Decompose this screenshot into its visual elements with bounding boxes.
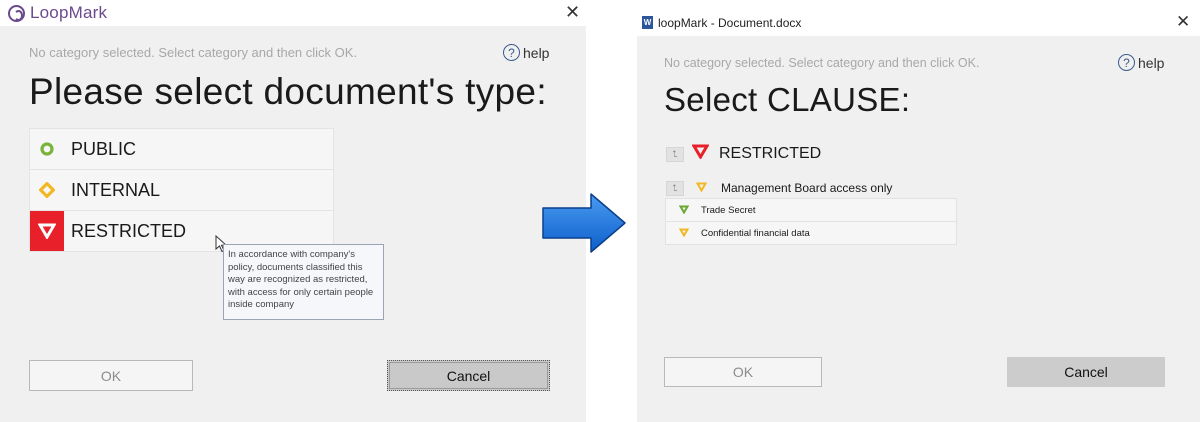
level-up-button[interactable]: ⮤ [666,146,684,162]
option-label: RESTRICTED [71,220,187,241]
cancel-button[interactable]: Cancel [1007,357,1165,387]
help-label[interactable]: help [1138,55,1164,71]
triangle-red-icon [30,211,64,251]
option-public[interactable]: PUBLIC [29,128,334,169]
sub-clause-list: Trade Secret Confidential financial data [665,198,957,245]
triangle-green-icon [678,201,690,219]
level-up-button[interactable]: ⮤ [666,180,684,196]
title-bar: LoopMark ✕ [0,0,586,26]
loopmark-logo-icon [8,4,25,22]
word-document-icon: W [642,16,653,29]
dialog-heading: Please select document's type: [29,71,547,112]
triangle-red-icon [691,144,710,164]
list-item[interactable]: Trade Secret [665,198,957,221]
list-item[interactable]: Confidential financial data [665,221,957,245]
help-link[interactable]: ? help [1118,54,1164,71]
window-title: loopMark - Document.docx [658,16,802,30]
diamond-yellow-icon [30,170,64,210]
help-icon[interactable]: ? [503,44,520,61]
clause-dialog: W loopMark - Document.docx ✕ No category… [637,8,1200,422]
list-item-label: Trade Secret [701,204,756,216]
clause-management-board[interactable]: ⮤ Management Board access only [666,179,892,197]
right-arrow-icon [542,193,626,253]
help-icon[interactable]: ? [1118,54,1135,71]
ok-button[interactable]: OK [664,357,822,387]
help-label[interactable]: help [523,45,549,61]
ok-button[interactable]: OK [29,360,193,391]
clause-label: RESTRICTED [719,145,822,162]
list-item-label: Confidential financial data [701,227,810,239]
help-link[interactable]: ? help [503,44,549,61]
title-bar: W loopMark - Document.docx ✕ [637,8,1200,36]
triangle-yellow-icon [678,224,690,242]
option-label: INTERNAL [71,179,161,200]
circle-green-icon [30,129,64,169]
selection-hint: No category selected. Select category an… [29,45,358,60]
close-icon[interactable]: ✕ [1176,13,1190,31]
dialog-heading: Select CLAUSE: [664,81,911,118]
cancel-button[interactable]: Cancel [387,360,550,391]
clause-restricted[interactable]: ⮤ RESTRICTED [666,144,821,164]
triangle-yellow-icon [695,179,708,197]
selection-hint: No category selected. Select category an… [664,56,980,70]
app-name: LoopMark [30,3,108,22]
document-type-list: PUBLIC INTERNAL RESTRICTED [29,128,334,252]
document-type-dialog: LoopMark ✕ No category selected. Select … [0,0,586,422]
clause-label: Management Board access only [721,181,893,195]
loopmark-logo: LoopMark [8,3,107,23]
option-label: PUBLIC [71,138,137,159]
restricted-tooltip: In accordance with company's policy, doc… [223,244,384,320]
close-icon[interactable]: ✕ [565,3,580,21]
option-internal[interactable]: INTERNAL [29,169,334,210]
